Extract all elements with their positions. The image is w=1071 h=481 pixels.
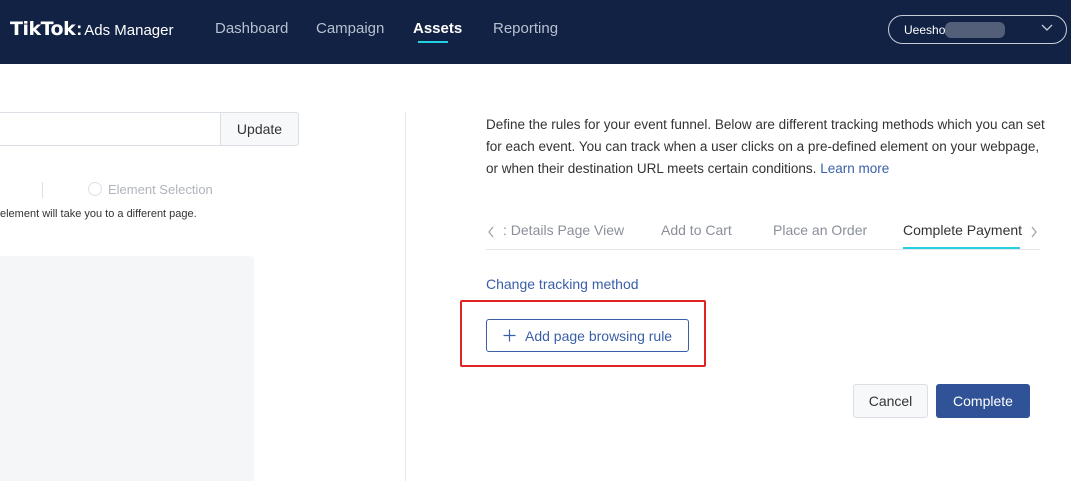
logo-subtitle: Ads Manager <box>84 22 174 39</box>
redacted-account-text <box>945 22 1005 38</box>
tab-add-to-cart[interactable]: Add to Cart <box>661 222 732 238</box>
nav-campaign[interactable]: Campaign <box>316 20 384 37</box>
cancel-button[interactable]: Cancel <box>853 384 928 418</box>
tiktok-ads-manager-logo[interactable]: TikTok : Ads Manager <box>10 18 173 40</box>
logo-separator: : <box>76 19 83 39</box>
change-tracking-method-link[interactable]: Change tracking method <box>486 276 639 292</box>
complete-button[interactable]: Complete <box>936 384 1030 418</box>
url-input[interactable] <box>0 112 221 146</box>
nav-active-indicator <box>418 41 448 43</box>
funnel-description: Define the rules for your event funnel. … <box>486 114 1046 180</box>
add-page-browsing-rule-button[interactable]: Add page browsing rule <box>486 319 689 352</box>
tab-details-page-view[interactable]: : Details Page View <box>503 222 624 238</box>
tab-place-an-order[interactable]: Place an Order <box>773 222 867 238</box>
logo-wordmark: TikTok <box>10 18 76 40</box>
element-selection-radio[interactable] <box>88 182 102 196</box>
description-text: Define the rules for your event funnel. … <box>486 117 1045 176</box>
add-rule-label: Add page browsing rule <box>525 327 673 344</box>
update-button[interactable]: Update <box>220 112 299 146</box>
learn-more-link[interactable]: Learn more <box>820 161 889 176</box>
chevron-right-icon[interactable] <box>1029 225 1039 239</box>
panel-divider <box>405 112 406 481</box>
chevron-left-icon[interactable] <box>486 225 496 239</box>
radio-divider <box>42 182 43 198</box>
account-selector[interactable]: Ueesho <box>888 15 1067 44</box>
chevron-down-icon <box>1041 24 1053 31</box>
top-nav-bar: TikTok : Ads Manager Dashboard Campaign … <box>0 0 1071 64</box>
nav-reporting[interactable]: Reporting <box>493 20 558 37</box>
active-tab-indicator <box>903 247 1020 249</box>
element-selection-label[interactable]: Element Selection <box>108 182 213 197</box>
hint-text: element will take you to a different pag… <box>0 208 197 220</box>
page-preview-area <box>0 256 254 481</box>
nav-dashboard[interactable]: Dashboard <box>215 20 288 37</box>
nav-assets[interactable]: Assets <box>413 20 462 37</box>
event-tabs: : Details Page View Add to Cart Place an… <box>486 221 1040 250</box>
tab-complete-payment[interactable]: Complete Payment <box>903 222 1022 238</box>
plus-icon <box>503 329 516 342</box>
account-name: Ueesho <box>904 23 946 37</box>
